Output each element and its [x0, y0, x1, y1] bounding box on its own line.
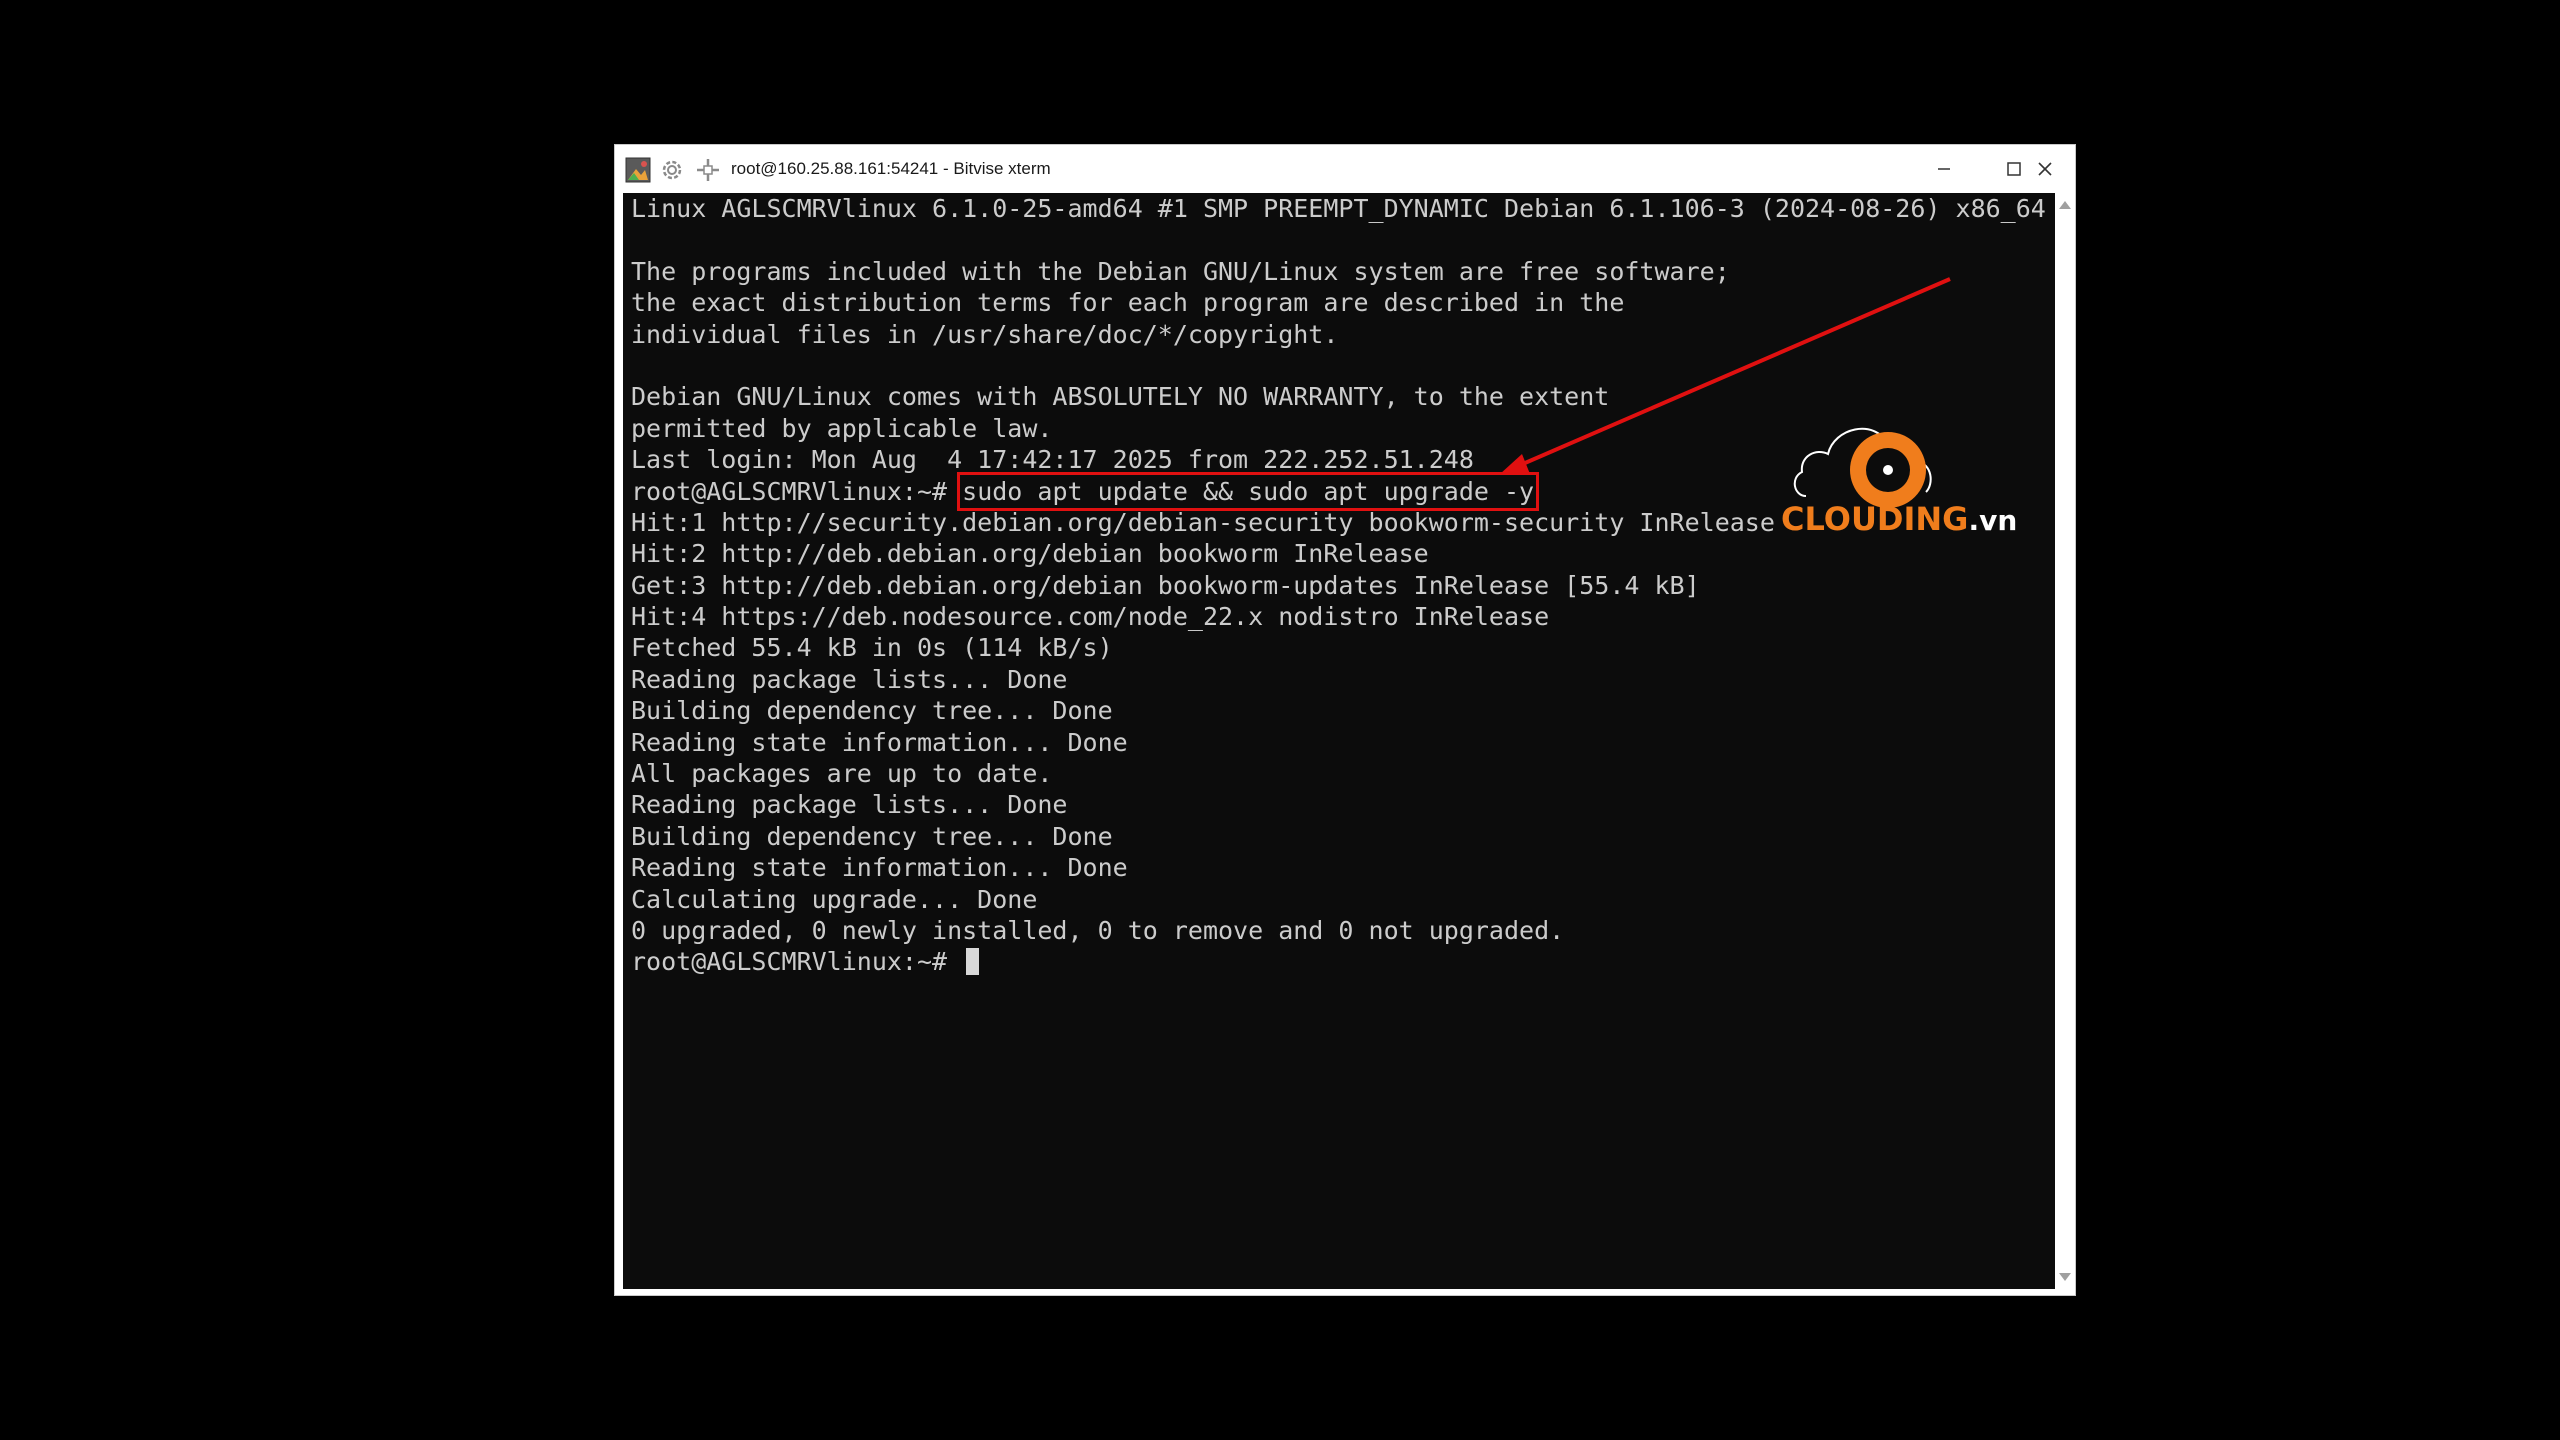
terminal-output: Linux AGLSCMRVlinux 6.1.0-25-amd64 #1 SM… — [631, 193, 2046, 978]
bitvise-xterm-window: root@160.25.88.161:54241 - Bitvise xterm… — [614, 144, 2076, 1296]
terminal-line: the exact distribution terms for each pr… — [631, 288, 1625, 318]
vertical-scrollbar[interactable] — [2055, 193, 2075, 1289]
scroll-up-icon[interactable] — [2059, 201, 2071, 209]
prompt-line[interactable]: root@AGLSCMRVlinux:~# — [631, 946, 2046, 977]
final-prompt: root@AGLSCMRVlinux:~# — [631, 947, 963, 977]
terminal-line: The programs included with the Debian GN… — [631, 256, 1730, 286]
close-button[interactable] — [2015, 145, 2075, 193]
move-icon[interactable] — [695, 157, 721, 183]
app-icon[interactable] — [625, 157, 651, 183]
terminal-line: Reading package lists... Done — [631, 790, 1068, 820]
scroll-down-icon[interactable] — [2059, 1273, 2071, 1281]
terminal-line: Get:3 http://deb.debian.org/debian bookw… — [631, 570, 1700, 600]
title-bar[interactable]: root@160.25.88.161:54241 - Bitvise xterm — [615, 145, 2075, 193]
terminal-line: Hit:4 https://deb.nodesource.com/node_22… — [631, 602, 1550, 632]
terminal-line: Building dependency tree... Done — [631, 821, 1113, 851]
terminal-line: Reading package lists... Done — [631, 664, 1068, 694]
window-title: root@160.25.88.161:54241 - Bitvise xterm — [731, 159, 1051, 178]
minimize-icon — [1938, 168, 1950, 170]
highlighted-command: sudo apt update && sudo apt upgrade -y — [957, 471, 1540, 511]
terminal-line: Calculating upgrade... Done — [631, 884, 1038, 914]
logo-wordmark: CLOUDING.vn — [1781, 500, 2017, 538]
terminal-line: Fetched 55.4 kB in 0s (114 kB/s) — [631, 633, 1113, 663]
terminal-line: Reading state information... Done — [631, 853, 1128, 883]
clouding-logo: CLOUDING.vn — [1776, 404, 2017, 544]
logo-brand: CLOUDING — [1781, 500, 1969, 538]
close-icon — [2038, 162, 2052, 176]
gear-icon[interactable] — [659, 157, 685, 183]
terminal-line: Building dependency tree... Done — [631, 696, 1113, 726]
terminal-line: All packages are up to date. — [631, 759, 1053, 789]
terminal-line: 0 upgraded, 0 newly installed, 0 to remo… — [631, 915, 1565, 945]
terminal-line: Reading state information... Done — [631, 727, 1128, 757]
terminal-line: Linux AGLSCMRVlinux 6.1.0-25-amd64 #1 SM… — [631, 194, 2046, 223]
command-prompt: root@AGLSCMRVlinux:~# — [631, 476, 963, 506]
terminal-area[interactable]: Linux AGLSCMRVlinux 6.1.0-25-amd64 #1 SM… — [623, 193, 2055, 1289]
text-cursor — [966, 948, 980, 976]
terminal-line: individual files in /usr/share/doc/*/cop… — [631, 319, 1339, 349]
logo-suffix: .vn — [1968, 504, 2018, 537]
minimize-button[interactable] — [1909, 145, 1979, 193]
